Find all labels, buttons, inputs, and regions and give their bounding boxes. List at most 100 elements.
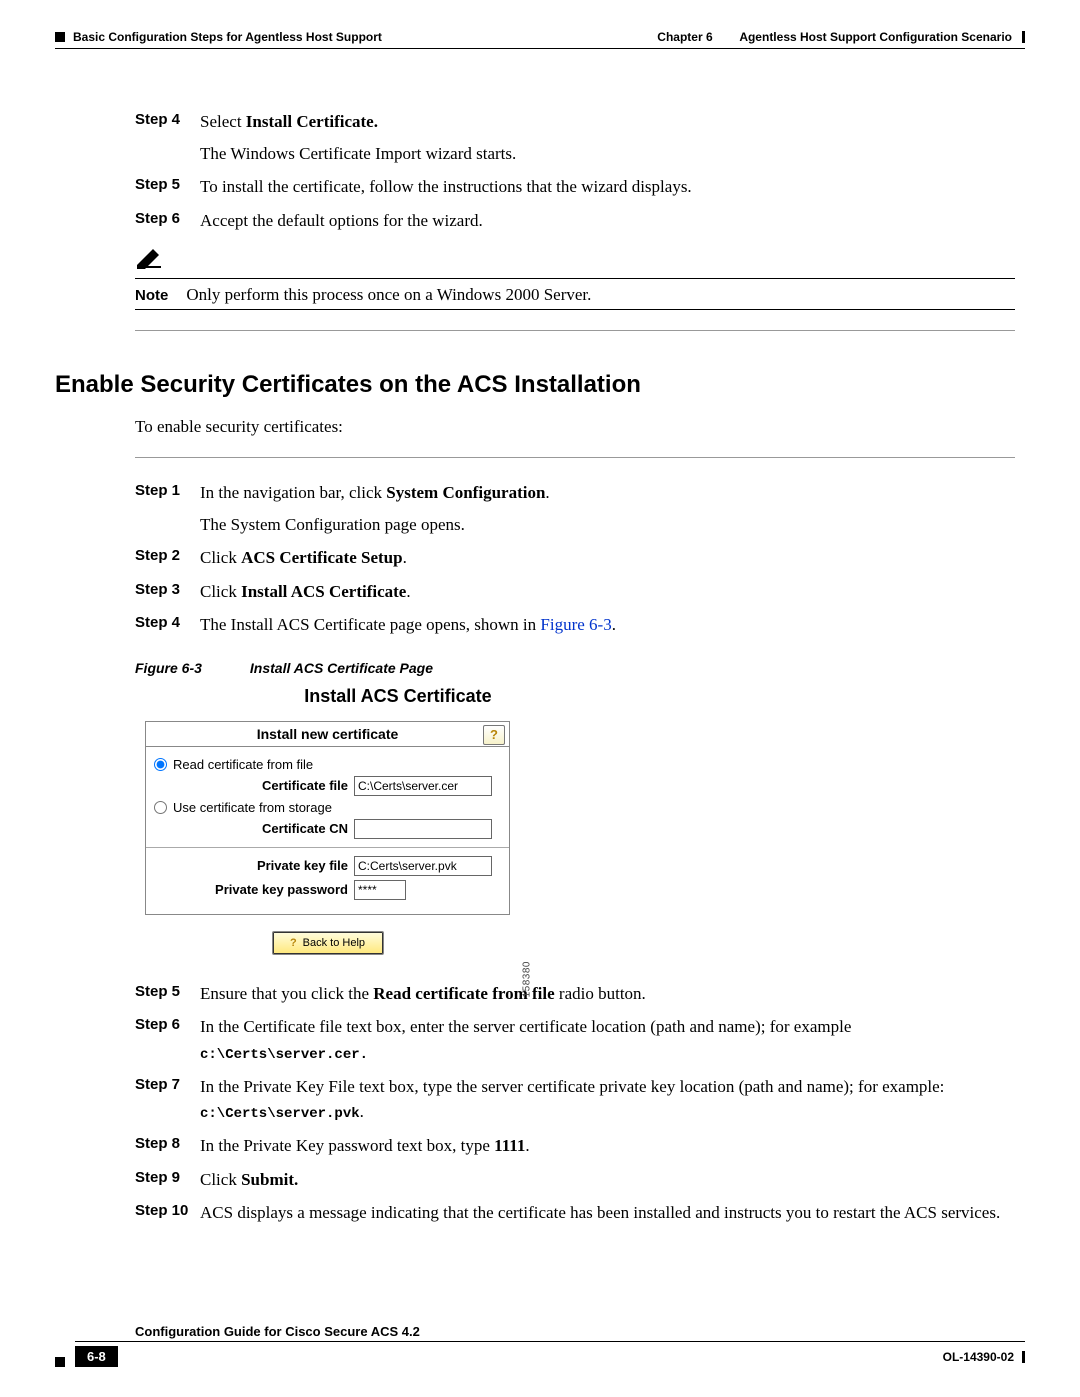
step-body: In the Private Key password text box, ty… bbox=[200, 1133, 1015, 1159]
text: The Windows Certificate Import wizard st… bbox=[200, 141, 1015, 167]
back-to-help-button[interactable]: ? Back to Help bbox=[272, 931, 384, 955]
step-body: In the Private Key File text box, type t… bbox=[200, 1074, 1015, 1126]
step-body: Click Submit. bbox=[200, 1167, 1015, 1193]
step-label: Step 6 bbox=[135, 1014, 200, 1066]
text: In the Certificate file text box, enter … bbox=[200, 1017, 851, 1036]
step-label: Step 5 bbox=[135, 981, 200, 1007]
step-body: To install the certificate, follow the i… bbox=[200, 174, 1015, 200]
pk-pwd-label: Private key password bbox=[154, 882, 354, 897]
text: . bbox=[525, 1136, 529, 1155]
step-label: Step 5 bbox=[135, 174, 200, 200]
step-body: Click Install ACS Certificate. bbox=[200, 579, 1015, 605]
text-bold: ACS Certificate Setup bbox=[241, 548, 402, 567]
step-label: Step 9 bbox=[135, 1167, 200, 1193]
radio-read-from-file[interactable] bbox=[154, 758, 167, 771]
text: radio button. bbox=[555, 984, 646, 1003]
tick-icon bbox=[1022, 31, 1025, 43]
step-body: In the Certificate file text box, enter … bbox=[200, 1014, 1015, 1066]
header-rule bbox=[55, 48, 1025, 49]
cert-file-input[interactable] bbox=[354, 776, 492, 796]
step-body: The Install ACS Certificate page opens, … bbox=[200, 612, 1015, 638]
square-icon bbox=[55, 32, 65, 42]
radio-label: Use certificate from storage bbox=[173, 800, 332, 815]
footer: Configuration Guide for Cisco Secure ACS… bbox=[55, 1323, 1025, 1367]
footer-title: Configuration Guide for Cisco Secure ACS… bbox=[135, 1324, 420, 1339]
text-bold: System Configuration bbox=[386, 483, 545, 502]
pk-pwd-input[interactable] bbox=[354, 880, 406, 900]
step-label: Step 4 bbox=[135, 612, 200, 638]
step-label: Step 2 bbox=[135, 545, 200, 571]
text: Click bbox=[200, 582, 241, 601]
text: Ensure that you click the bbox=[200, 984, 373, 1003]
figure-caption-text: Install ACS Certificate Page bbox=[250, 660, 433, 676]
text: . bbox=[360, 1102, 364, 1121]
step-body: Select Install Certificate. The Windows … bbox=[200, 109, 1015, 166]
figure-number: Figure 6-3 bbox=[135, 660, 202, 676]
figure-caption: Figure 6-3 Install ACS Certificate Page bbox=[135, 660, 1015, 676]
back-to-help-label: Back to Help bbox=[303, 937, 365, 949]
help-icon: ? bbox=[290, 937, 297, 949]
text: . bbox=[406, 582, 410, 601]
text-bold: Install Certificate. bbox=[246, 112, 378, 131]
step-body: Ensure that you click the Read certifica… bbox=[200, 981, 1015, 1007]
radio-label: Read certificate from file bbox=[173, 757, 313, 772]
text: In the navigation bar, click bbox=[200, 483, 386, 502]
header-chapter: Chapter 6 bbox=[657, 30, 712, 44]
help-icon-text: ? bbox=[490, 727, 498, 742]
footer-code: OL-14390-02 bbox=[943, 1350, 1014, 1364]
header-left-text: Basic Configuration Steps for Agentless … bbox=[73, 30, 382, 44]
cert-head-text: Install new certificate bbox=[257, 726, 399, 742]
note-label: Note bbox=[135, 287, 168, 304]
step-label: Step 3 bbox=[135, 579, 200, 605]
text-mono: c:\Certs\server.pvk bbox=[200, 1106, 360, 1122]
cert-cn-label: Certificate CN bbox=[154, 821, 354, 836]
figure-link[interactable]: Figure 6-3 bbox=[540, 615, 611, 634]
cert-head: Install new certificate ? bbox=[146, 722, 509, 747]
step-label: Step 6 bbox=[135, 208, 200, 234]
step-label: Step 1 bbox=[135, 480, 200, 537]
cert-cn-input[interactable] bbox=[354, 819, 492, 839]
step-label: Step 4 bbox=[135, 109, 200, 166]
text: In the Private Key File text box, type t… bbox=[200, 1077, 944, 1096]
step-body: ACS displays a message indicating that t… bbox=[200, 1200, 1015, 1226]
text: . bbox=[545, 483, 549, 502]
step-label: Step 7 bbox=[135, 1074, 200, 1126]
text: The Install ACS Certificate page opens, … bbox=[200, 615, 540, 634]
image-id: 158380 bbox=[521, 961, 532, 997]
cert-file-label: Certificate file bbox=[154, 778, 354, 793]
section-divider bbox=[135, 330, 1015, 331]
help-icon[interactable]: ? bbox=[483, 725, 505, 745]
step-label: Step 10 bbox=[135, 1200, 200, 1226]
pk-file-label: Private key file bbox=[154, 858, 354, 873]
step-label: Step 8 bbox=[135, 1133, 200, 1159]
tick-icon bbox=[1022, 1351, 1025, 1363]
radio-use-storage[interactable] bbox=[154, 801, 167, 814]
text: Click bbox=[200, 548, 241, 567]
text-bold: Install ACS Certificate bbox=[241, 582, 406, 601]
text-bold: Submit. bbox=[241, 1170, 298, 1189]
step-row: Step 4 Select Install Certificate. The W… bbox=[135, 109, 1015, 166]
pencil-icon bbox=[135, 247, 1015, 274]
step-body: Click ACS Certificate Setup. bbox=[200, 545, 1015, 571]
square-icon bbox=[55, 1357, 65, 1367]
text: In the Private Key password text box, ty… bbox=[200, 1136, 494, 1155]
section-divider bbox=[135, 457, 1015, 458]
install-cert-widget: Install new certificate ? Read certifica… bbox=[145, 721, 510, 955]
pk-file-input[interactable] bbox=[354, 856, 492, 876]
page-number-badge: 6-8 bbox=[75, 1346, 118, 1367]
text: Select bbox=[200, 112, 246, 131]
text: The System Configuration page opens. bbox=[200, 512, 1015, 538]
intro-text: To enable security certificates: bbox=[135, 417, 1015, 437]
text: Click bbox=[200, 1170, 241, 1189]
text: . bbox=[403, 548, 407, 567]
text-mono: c:\Certs\server.cer. bbox=[200, 1047, 368, 1063]
figure-title: Install ACS Certificate bbox=[213, 686, 583, 707]
step-body: Accept the default options for the wizar… bbox=[200, 208, 1015, 234]
text-bold: 1111 bbox=[494, 1136, 525, 1155]
step-body: In the navigation bar, click System Conf… bbox=[200, 480, 1015, 537]
note-text: Only perform this process once on a Wind… bbox=[186, 285, 591, 305]
running-header: Basic Configuration Steps for Agentless … bbox=[55, 30, 1025, 44]
step-row: Step 6 Accept the default options for th… bbox=[135, 208, 1015, 234]
section-heading: Enable Security Certificates on the ACS … bbox=[55, 371, 1015, 399]
text: . bbox=[612, 615, 616, 634]
